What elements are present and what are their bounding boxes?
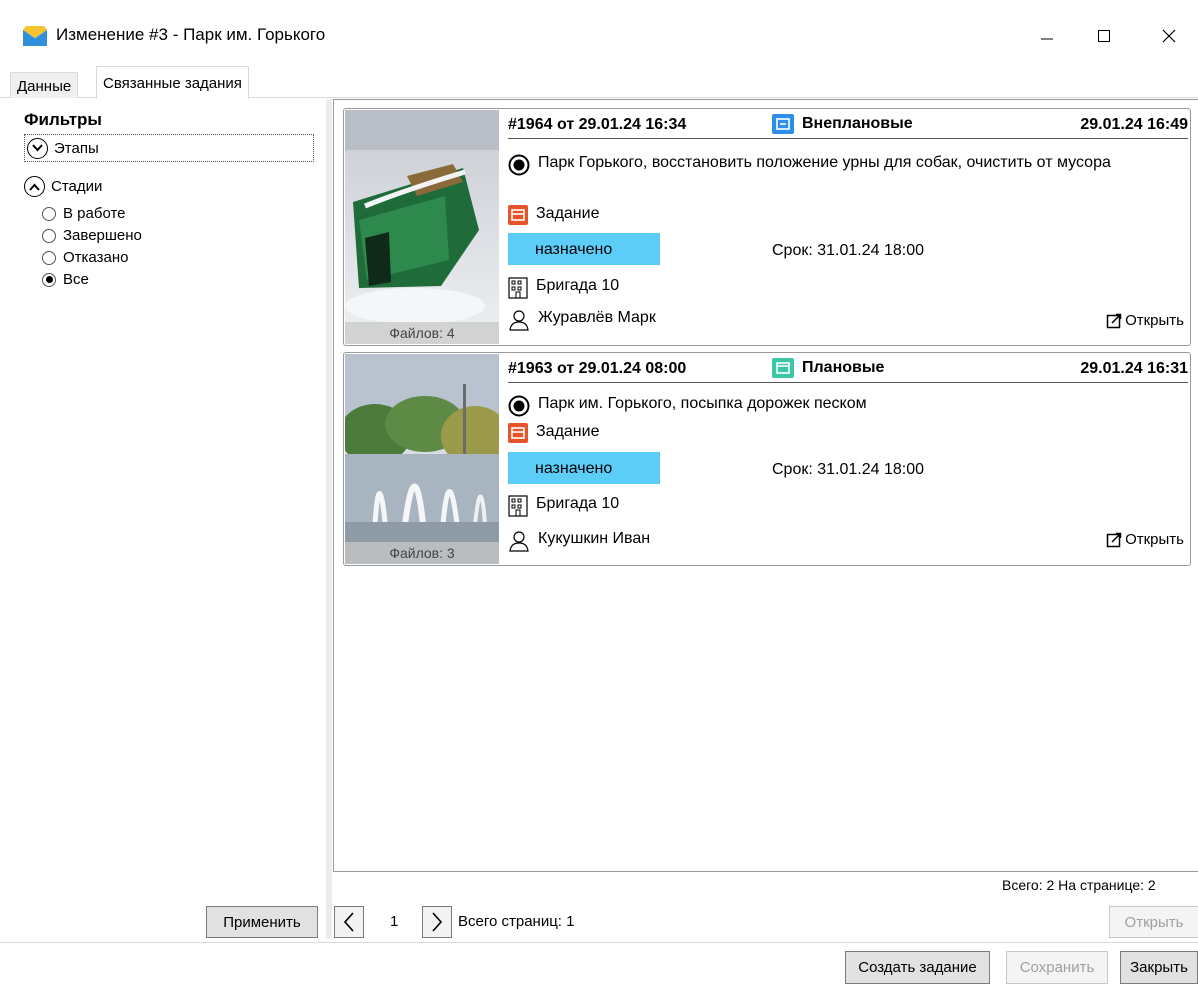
create-task-button[interactable]: Создать задание (845, 951, 990, 984)
app-envelope-icon (23, 26, 47, 46)
chevron-right-icon (432, 912, 443, 932)
open-task-label: Открыть (1125, 312, 1184, 329)
task-person: Журавлёв Марк (538, 309, 656, 326)
close-button[interactable]: Закрыть (1120, 951, 1198, 984)
task-team-row: Бригада 10 (508, 277, 619, 299)
files-count: Файлов: 4 (345, 322, 499, 344)
filter-option-label: Отказано (63, 249, 129, 266)
next-page-button[interactable] (422, 906, 452, 938)
task-person-row: Кукушкин Иван (508, 530, 650, 552)
statuses-label: Стадии (51, 178, 103, 195)
task-person-row: Журавлёв Марк (508, 309, 656, 331)
filter-option-label: В работе (63, 205, 126, 222)
target-icon (508, 154, 530, 176)
action-bar: Создать задание Сохранить Закрыть (0, 942, 1198, 987)
apply-button[interactable]: Применить (206, 906, 318, 938)
close-window-button[interactable] (1146, 18, 1192, 54)
filter-option-label: Завершено (63, 227, 142, 244)
filter-option-label: Все (63, 271, 89, 288)
chevron-down-icon (27, 137, 48, 159)
task-icon (508, 423, 528, 443)
statuses-expander[interactable]: Стадии (24, 176, 102, 197)
task-updated-date: 29.01.24 16:49 (1080, 116, 1188, 133)
tab-linked-tasks[interactable]: Связанные задания (96, 66, 249, 99)
external-link-icon (1106, 532, 1122, 547)
window-title: Изменение #3 - Парк им. Горького (56, 25, 326, 44)
task-photo-thumbnail[interactable]: Файлов: 4 (345, 110, 499, 344)
status-badge: назначено (508, 452, 660, 484)
radio-button[interactable] (42, 228, 56, 243)
tab-data[interactable]: Данные (10, 72, 79, 98)
status-badge: назначено (508, 233, 660, 265)
card-header: #1963 от 29.01.24 08:00 Плановые 29.01.2… (508, 355, 1188, 383)
filter-option-in-progress[interactable]: В работе (42, 205, 126, 222)
task-person: Кукушкин Иван (538, 530, 651, 547)
task-description-row: Парк Горького, восстановить положение ур… (508, 151, 1198, 176)
current-page: 1 (390, 913, 399, 930)
task-updated-date: 29.01.24 16:31 (1080, 360, 1188, 377)
task-description: Парк им. Горького, посыпка дорожек песко… (538, 395, 867, 412)
card-header: #1964 от 29.01.24 16:34 Внеплановые 29.0… (508, 111, 1188, 139)
task-kind: Задание (536, 423, 600, 440)
stages-expander[interactable]: Этапы (24, 134, 314, 162)
task-team: Бригада 10 (536, 277, 620, 294)
save-button[interactable]: Сохранить (1006, 951, 1108, 984)
stages-label: Этапы (54, 139, 99, 157)
filter-option-rejected[interactable]: Отказано (42, 249, 128, 266)
task-deadline: Срок: 31.01.24 18:00 (772, 242, 925, 259)
filters-panel: Фильтры Этапы Стадии В работе Завершено … (0, 99, 326, 939)
task-type-label: Плановые (802, 359, 885, 376)
open-task-link[interactable]: Открыть (1106, 312, 1184, 329)
task-photo-thumbnail[interactable]: Файлов: 3 (345, 354, 499, 564)
tab-strip: Данные Связанные задания (0, 66, 1198, 99)
filter-option-completed[interactable]: Завершено (42, 227, 142, 244)
task-number: #1963 от 29.01.24 08:00 (508, 360, 687, 377)
task-list: Файлов: 4 #1964 от 29.01.24 16:34 Внепла… (333, 99, 1198, 872)
totals-label: Всего: 2 На странице: 2 (1002, 877, 1156, 893)
chevron-up-icon (24, 176, 45, 197)
task-kind: Задание (536, 205, 600, 222)
target-icon (508, 395, 530, 417)
panel-splitter[interactable] (326, 99, 332, 939)
maximize-icon (1098, 30, 1110, 42)
person-icon (509, 310, 529, 331)
task-team-row: Бригада 10 (508, 495, 619, 517)
building-icon (508, 277, 528, 299)
person-icon (509, 531, 529, 552)
close-icon (1162, 29, 1176, 43)
previous-page-button[interactable] (334, 906, 364, 938)
task-type-label: Внеплановые (802, 115, 913, 132)
files-count: Файлов: 3 (345, 542, 499, 564)
building-icon (508, 495, 528, 517)
external-link-icon (1106, 313, 1122, 328)
maximize-button[interactable] (1081, 18, 1127, 54)
task-type: Внеплановые (772, 114, 913, 134)
task-number: #1964 от 29.01.24 16:34 (508, 116, 687, 133)
pages-total: Всего страниц: 1 (458, 913, 575, 930)
unplanned-type-icon (772, 114, 794, 134)
chevron-left-icon (343, 912, 354, 932)
minimize-button[interactable] (1024, 18, 1070, 54)
task-card[interactable]: Файлов: 4 #1964 от 29.01.24 16:34 Внепла… (343, 108, 1191, 346)
task-card[interactable]: Файлов: 3 #1963 от 29.01.24 08:00 Планов… (343, 352, 1191, 566)
task-kind-row: Задание (508, 205, 599, 225)
task-description: Парк Горького, восстановить положение ур… (538, 154, 1111, 171)
radio-button[interactable] (42, 250, 56, 265)
task-deadline: Срок: 31.01.24 18:00 (772, 461, 925, 478)
open-button[interactable]: Открыть (1109, 906, 1198, 938)
filters-title: Фильтры (24, 110, 102, 129)
filter-option-all[interactable]: Все (42, 271, 89, 288)
title-bar: Изменение #3 - Парк им. Горького (0, 0, 1198, 70)
minimize-icon (1041, 38, 1053, 40)
open-task-label: Открыть (1125, 531, 1184, 548)
radio-button-checked[interactable] (42, 272, 56, 287)
task-description-row: Парк им. Горького, посыпка дорожек песко… (508, 392, 1198, 417)
planned-type-icon (772, 358, 794, 378)
task-type: Плановые (772, 358, 884, 378)
radio-button[interactable] (42, 206, 56, 221)
task-kind-row: Задание (508, 423, 599, 443)
open-task-link[interactable]: Открыть (1106, 531, 1184, 548)
task-icon (508, 205, 528, 225)
task-team: Бригада 10 (536, 495, 620, 512)
